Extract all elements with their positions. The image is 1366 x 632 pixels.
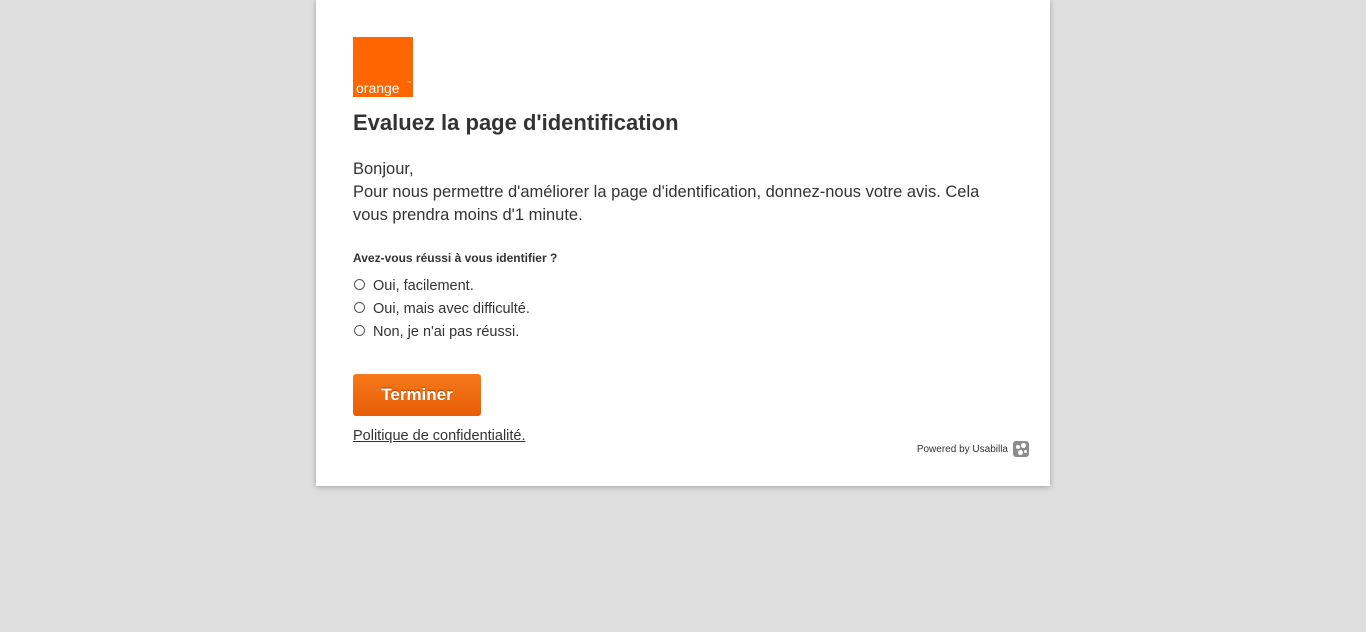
option-not-succeeded[interactable]: Non, je n'ai pas réussi.: [353, 320, 530, 343]
greeting: Bonjour,: [353, 160, 414, 178]
orange-logo: orange ™: [353, 37, 413, 97]
privacy-policy-link[interactable]: Politique de confidentialité.: [353, 428, 526, 444]
page-title: Evaluez la page d'identification: [353, 110, 679, 135]
logo-trademark: ™: [407, 80, 411, 85]
radio-button[interactable]: [354, 279, 365, 290]
intro-message: Pour nous permettre d'améliorer la page …: [353, 183, 980, 224]
survey-card: orange ™ Evaluez la page d'identificatio…: [316, 0, 1050, 486]
intro-text: Bonjour, Pour nous permettre d'améliorer…: [353, 158, 1013, 227]
question-label: Avez-vous réussi à vous identifier ?: [353, 251, 558, 265]
usabilla-icon: [1013, 441, 1029, 457]
submit-button[interactable]: Terminer: [353, 374, 481, 416]
radio-button[interactable]: [354, 302, 365, 313]
radio-button[interactable]: [354, 325, 365, 336]
option-easily[interactable]: Oui, facilement.: [353, 274, 530, 297]
logo-text: orange: [356, 80, 400, 96]
powered-by-usabilla[interactable]: Powered by Usabilla: [917, 441, 1029, 457]
powered-by-text: Powered by Usabilla: [916, 443, 1008, 455]
option-with-difficulty[interactable]: Oui, mais avec difficulté.: [353, 297, 530, 320]
answer-options: Oui, facilement. Oui, mais avec difficul…: [353, 274, 530, 343]
option-label: Oui, mais avec difficulté.: [373, 300, 530, 317]
option-label: Non, je n'ai pas réussi.: [373, 323, 520, 340]
option-label: Oui, facilement.: [373, 277, 474, 294]
